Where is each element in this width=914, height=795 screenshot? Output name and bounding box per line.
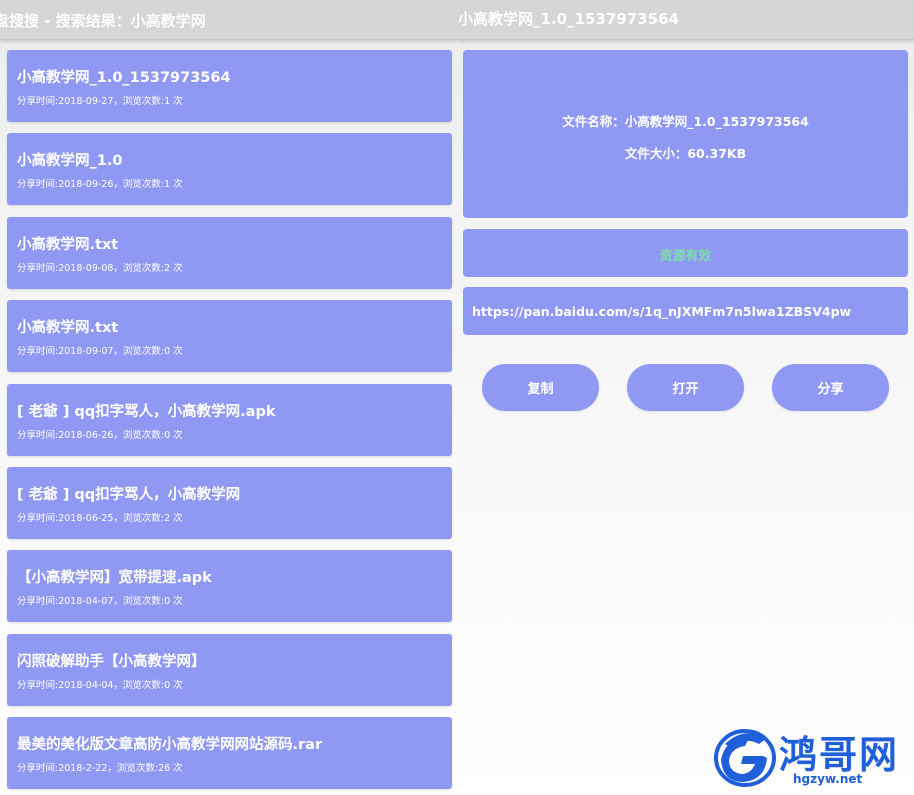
result-title: [ 老爺 ] qq扣字骂人，小高教学网.apk xyxy=(17,403,276,420)
watermark-name: 鸿哥网 xyxy=(779,732,900,777)
share-button[interactable]: 分享 xyxy=(772,364,889,411)
open-button[interactable]: 打开 xyxy=(627,364,744,411)
result-title: 闪照破解助手【小高教学网】 xyxy=(17,653,206,670)
result-item[interactable]: [ 老爺 ] qq扣字骂人，小高教学网.apk 分享时间:2018-06-26，… xyxy=(7,383,452,456)
page-title: 盘搜搜 - 搜索结果：小高教学网 xyxy=(0,12,206,30)
file-detail-screen: 小高教学网_1.0_1537973564 文件名称：小高教学网_1.0_1537… xyxy=(458,0,914,795)
result-meta: 分享时间:2018-06-26，浏览次数:0 次 xyxy=(17,429,183,441)
hgzyw-logo-icon xyxy=(714,729,776,787)
result-title: 小高教学网_1.0_1537973564 xyxy=(17,70,231,86)
app-bar: 盘搜搜 - 搜索结果：小高教学网 xyxy=(0,0,458,40)
result-item[interactable]: 小高教学网.txt 分享时间:2018-09-07，浏览次数:0 次 xyxy=(7,300,452,373)
detail-title: 小高教学网_1.0_1537973564 xyxy=(458,10,679,28)
result-title: 【小高教学网】宽带提速.apk xyxy=(17,570,212,587)
result-meta: 分享时间:2018-09-08，浏览次数:2 次 xyxy=(17,262,183,274)
result-meta: 分享时间:2018-2-22，浏览次数:26 次 xyxy=(17,763,183,775)
resource-status: 资源有效 xyxy=(659,249,712,264)
result-item[interactable]: 【小高教学网】宽带提速.apk 分享时间:2018-04-07，浏览次数:0 次 xyxy=(7,550,452,623)
result-meta: 分享时间:2018-09-07，浏览次数:0 次 xyxy=(17,346,183,358)
result-meta: 分享时间:2018-06-25，浏览次数:2 次 xyxy=(17,512,183,524)
result-item[interactable]: 小高教学网.txt 分享时间:2018-09-08，浏览次数:2 次 xyxy=(7,216,452,289)
result-title: 小高教学网.txt xyxy=(17,320,119,337)
result-title: 小高教学网.txt xyxy=(17,236,119,253)
file-size: 文件大小：60.37KB xyxy=(624,146,747,161)
watermark: 鸿哥网 hgzyw.net xyxy=(713,722,913,792)
result-title: 小高教学网_1.0 xyxy=(17,153,123,170)
result-meta: 分享时间:2018-04-04，浏览次数:0 次 xyxy=(17,679,183,691)
result-meta: 分享时间:2018-09-27，浏览次数:1 次 xyxy=(17,96,183,107)
results-list: 小高教学网_1.0_1537973564 分享时间:2018-09-27，浏览次… xyxy=(7,50,452,795)
result-item[interactable]: 小高教学网_1.0 分享时间:2018-09-26，浏览次数:1 次 xyxy=(7,133,452,206)
result-title: [ 老爺 ] qq扣字骂人，小高教学网 xyxy=(17,486,241,503)
result-item[interactable]: 最美的美化版文章高防小高教学网网站源码.rar 分享时间:2018-2-22，浏… xyxy=(7,717,452,790)
result-item[interactable]: [ 老爺 ] qq扣字骂人，小高教学网 分享时间:2018-06-25，浏览次数… xyxy=(7,466,452,539)
share-link-field[interactable]: https://pan.baidu.com/s/1q_nJXMFm7n5lwa1… xyxy=(463,287,908,335)
file-name: 文件名称：小高教学网_1.0_1537973564 xyxy=(562,114,809,129)
result-item[interactable]: 小高教学网_1.0_1537973564 分享时间:2018-09-27，浏览次… xyxy=(7,50,452,122)
watermark-url: hgzyw.net xyxy=(793,772,863,786)
file-info-card: 文件名称：小高教学网_1.0_1537973564 文件大小：60.37KB xyxy=(463,50,908,218)
search-results-screen: 盘搜搜 - 搜索结果：小高教学网 小高教学网_1.0_1537973564 分享… xyxy=(0,0,458,795)
result-item[interactable]: 闪照破解助手【小高教学网】 分享时间:2018-04-04，浏览次数:0 次 xyxy=(7,633,452,706)
status-card: 资源有效 xyxy=(463,229,908,277)
result-title: 最美的美化版文章高防小高教学网网站源码.rar xyxy=(17,737,323,754)
app-bar: 小高教学网_1.0_1537973564 xyxy=(458,0,914,40)
result-meta: 分享时间:2018-04-07，浏览次数:0 次 xyxy=(17,596,183,608)
result-meta: 分享时间:2018-09-26，浏览次数:1 次 xyxy=(17,179,183,191)
share-link[interactable]: https://pan.baidu.com/s/1q_nJXMFm7n5lwa1… xyxy=(472,304,851,319)
copy-button[interactable]: 复制 xyxy=(482,364,599,411)
